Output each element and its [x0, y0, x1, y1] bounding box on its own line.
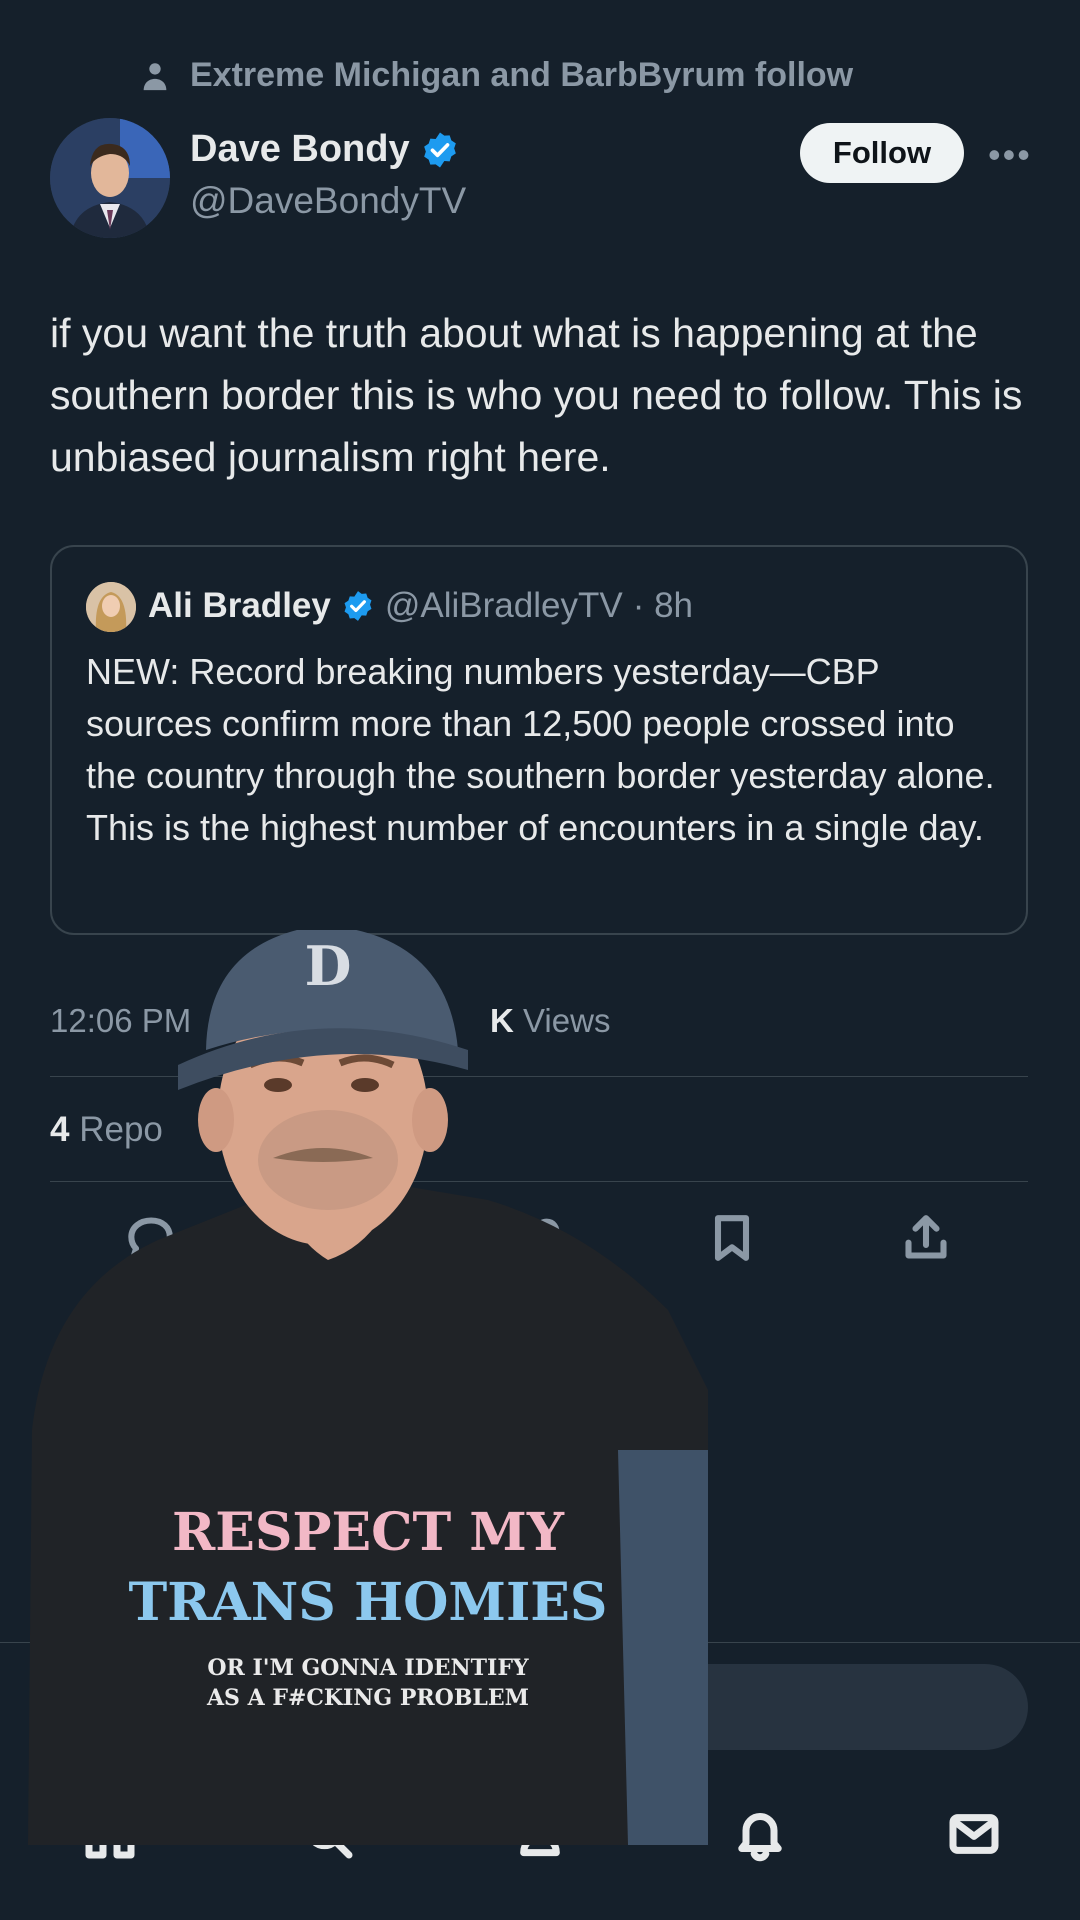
quoted-author-avatar — [86, 582, 136, 632]
follow-button[interactable]: Follow — [800, 123, 964, 183]
shirt-line-4: AS A F#CKING PROBLEM — [206, 1685, 529, 1711]
quoted-author-handle: @AliBradleyTV — [384, 586, 623, 625]
person-icon — [143, 62, 167, 90]
notifications-icon[interactable] — [732, 1806, 788, 1867]
quoted-header: Ali Bradley @AliBradleyTV · 8h — [148, 586, 693, 626]
messages-icon[interactable] — [946, 1806, 1002, 1867]
bookmark-icon[interactable] — [704, 1210, 760, 1266]
shirt-line-2: TRANS HOMIES — [129, 1572, 608, 1633]
social-context[interactable]: Extreme Michigan and BarbByrum follow — [138, 56, 853, 95]
author-avatar[interactable] — [50, 118, 170, 238]
verified-badge-icon — [423, 132, 456, 167]
share-icon[interactable] — [898, 1210, 954, 1266]
author-avatar-image — [50, 118, 170, 238]
shirt-line-3: OR I'M GONNA IDENTIFY — [207, 1655, 529, 1681]
social-context-text: Extreme Michigan and BarbByrum follow — [190, 56, 854, 94]
shirt-line-1: RESPECT MY — [172, 1502, 565, 1563]
quoted-tweet-text: NEW: Record breaking numbers yesterday—C… — [86, 651, 995, 848]
quoted-verified-badge-icon — [344, 591, 372, 621]
quoted-author-name: Ali Bradley — [148, 586, 331, 625]
quoted-author-avatar-image — [86, 582, 136, 632]
quoted-time: · 8h — [632, 586, 693, 625]
video-overlay-person: D RESPECT MY TRANS HOMIES OR I'M GONNA I… — [28, 930, 708, 1845]
more-icon[interactable]: ••• — [988, 134, 1032, 176]
author-handle[interactable]: @DaveBondyTV — [190, 180, 466, 222]
tweet-text: if you want the truth about what is happ… — [50, 310, 1023, 480]
author-name: Dave Bondy — [190, 128, 410, 170]
svg-text:D: D — [305, 934, 352, 998]
author-name-row[interactable]: Dave Bondy — [190, 128, 460, 171]
